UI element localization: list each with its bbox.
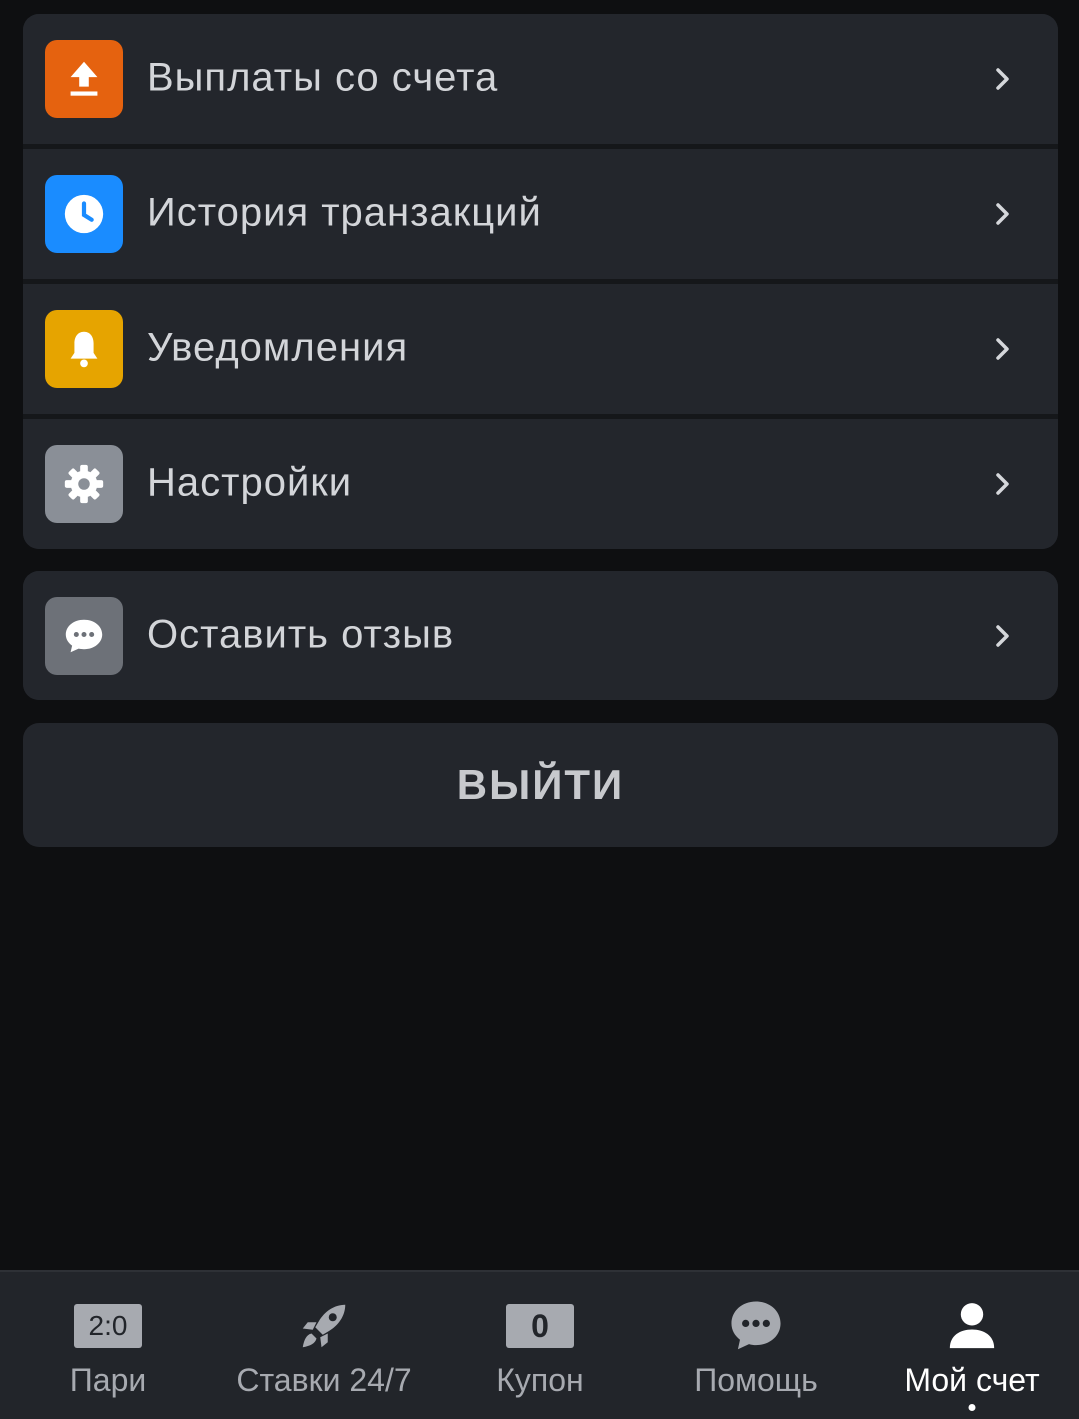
tab-bets-24-7[interactable]: Ставки 24/7 [216,1272,432,1419]
score-icon: 2:0 [74,1298,142,1354]
coupon-icon: 0 [506,1298,574,1354]
chevron-right-icon [996,203,1009,225]
menu-item-label: Выплаты со счета [147,55,499,100]
coupon-count-badge: 0 [506,1304,574,1348]
menu-group-feedback: Оставить отзыв [23,571,1058,700]
tab-bets[interactable]: 2:0 Пари [0,1272,216,1419]
chevron-right-icon [996,624,1009,647]
active-indicator-dot [968,1404,976,1411]
user-icon [944,1298,1000,1354]
logout-button[interactable]: ВЫЙТИ [23,723,1058,847]
tab-help[interactable]: Помощь [648,1272,864,1419]
tab-label: Ставки 24/7 [236,1362,412,1398]
tab-coupon[interactable]: 0 Купон [432,1272,648,1419]
tab-label: Купон [496,1362,584,1398]
clock-icon [45,175,123,253]
chat-bubble-icon [45,596,123,675]
gear-icon [45,445,123,523]
rocket-icon [294,1298,354,1354]
chevron-right-icon [996,338,1009,360]
menu-item-transactions[interactable]: История транзакций [23,144,1058,279]
bottom-tab-bar: 2:0 Пари Ставки 24/7 0 Купон Помощь Мой … [0,1270,1079,1419]
menu-item-notifications[interactable]: Уведомления [23,279,1058,414]
chevron-right-icon [996,68,1009,90]
bell-icon [45,310,123,388]
chevron-right-icon [996,473,1009,495]
tab-label: Пари [69,1362,147,1398]
score-badge: 2:0 [74,1304,142,1348]
menu-item-label: История транзакций [147,190,542,235]
menu-item-label: Настройки [147,460,353,505]
chat-icon [725,1298,787,1354]
upload-icon [45,40,123,118]
menu-item-payouts[interactable]: Выплаты со счета [23,14,1058,144]
tab-label: Мой счет [904,1362,1040,1398]
menu-group-main: Выплаты со счета История транзакций Увед… [23,14,1058,549]
menu-item-settings[interactable]: Настройки [23,414,1058,549]
tab-my-account[interactable]: Мой счет [864,1272,1079,1419]
menu-item-label: Уведомления [147,325,409,370]
menu-item-feedback[interactable]: Оставить отзыв [23,571,1058,700]
menu-item-label: Оставить отзыв [147,612,455,657]
tab-label: Помощь [694,1362,818,1398]
